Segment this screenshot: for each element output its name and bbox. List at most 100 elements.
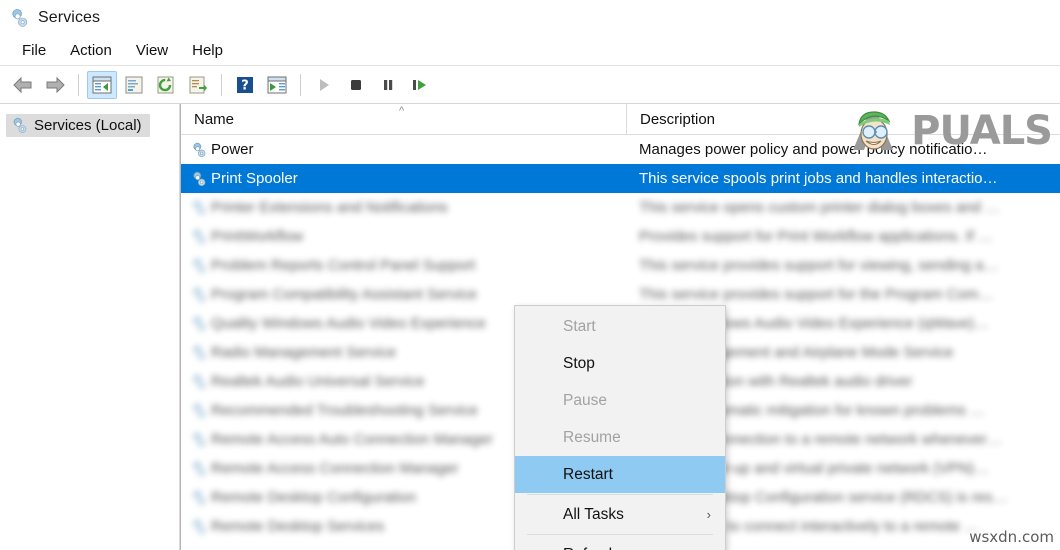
restart-service-icon[interactable]: [405, 71, 435, 99]
context-menu-item-label: Stop: [563, 354, 595, 372]
toolbar-separator-2: [221, 73, 222, 96]
row-name-cell: PrintWorkflow: [181, 228, 626, 245]
toolbar-separator-3: [300, 73, 301, 96]
service-name-label: PrintWorkflow: [211, 228, 304, 245]
toolbar: ?: [0, 66, 1060, 104]
service-gear-icon: [190, 229, 206, 245]
context-menu-item[interactable]: Stop: [515, 345, 725, 382]
forward-icon[interactable]: [40, 71, 70, 99]
list-column-headers: Name ^ Description: [181, 104, 1060, 135]
service-name-label: Recommended Troubleshooting Service: [211, 402, 478, 419]
service-gear-icon: [190, 461, 206, 477]
start-service-icon[interactable]: [309, 71, 339, 99]
context-menu-separator: [527, 494, 713, 495]
main-content: Services (Local) Name ^ Description Powe…: [0, 104, 1060, 550]
context-menu-item: Pause: [515, 382, 725, 419]
service-name-label: Radio Management Service: [211, 344, 397, 361]
service-name-label: Realtek Audio Universal Service: [211, 373, 425, 390]
service-gear-icon: [190, 258, 206, 274]
context-menu-item: Resume: [515, 419, 725, 456]
show-hide-console-tree-icon[interactable]: [87, 70, 117, 99]
help-icon[interactable]: ?: [230, 71, 260, 99]
service-name-label: Remote Desktop Services: [211, 518, 385, 535]
window-title: Services: [38, 9, 101, 26]
service-description-label: This service provides support for the Pr…: [639, 286, 994, 303]
tree-node-label: Services (Local): [34, 117, 142, 134]
service-description-label: Provides support for Print Workflow appl…: [639, 228, 994, 245]
menu-help[interactable]: Help: [180, 40, 235, 61]
wsxdn-watermark: wsxdn.com: [969, 528, 1054, 546]
properties-icon[interactable]: [119, 71, 149, 99]
pause-service-icon[interactable]: [373, 71, 403, 99]
context-menu: Start Stop Pause Resume Restart All Tasks › Ref…: [514, 305, 726, 550]
service-gear-icon: [190, 403, 206, 419]
context-menu-item-label: Refresh: [563, 546, 617, 550]
row-name-cell: Power: [181, 141, 626, 158]
context-menu-item-label: Resume: [563, 428, 621, 446]
service-description-label: This service opens custom printer dialog…: [639, 199, 1001, 216]
row-name-cell: Print Spooler: [181, 170, 626, 187]
stop-service-icon[interactable]: [341, 71, 371, 99]
service-name-label: Problem Reports Control Panel Support: [211, 257, 476, 274]
service-gear-icon: [190, 345, 206, 361]
context-menu-item-label: Start: [563, 317, 596, 335]
service-name-label: Remote Desktop Configuration: [211, 489, 417, 506]
menu-action[interactable]: Action: [58, 40, 124, 61]
chevron-right-icon: ›: [706, 507, 711, 522]
export-list-icon[interactable]: [183, 71, 213, 99]
row-name-cell: Program Compatibility Assistant Service: [181, 286, 626, 303]
service-description-label: This service provides support for viewin…: [639, 257, 999, 274]
svg-text:?: ?: [241, 78, 249, 93]
service-name-label: Remote Access Connection Manager: [211, 460, 459, 477]
table-row[interactable]: Printer Extensions and Notifications This…: [181, 193, 1060, 222]
context-menu-item-label: All Tasks: [563, 505, 624, 523]
tree-node-services-local[interactable]: Services (Local): [6, 114, 150, 137]
service-gear-icon: [190, 490, 206, 506]
context-menu-item: Start: [515, 308, 725, 345]
service-name-label: Quality Windows Audio Video Experience: [211, 315, 486, 332]
service-gear-icon: [190, 432, 206, 448]
sort-ascending-icon: ^: [399, 105, 405, 117]
toolbar-separator: [78, 73, 79, 96]
services-list-pane: Name ^ Description Power Manages power po…: [180, 104, 1060, 550]
service-name-label: Printer Extensions and Notifications: [211, 199, 448, 216]
service-gear-icon: [190, 142, 206, 158]
refresh-icon[interactable]: [151, 71, 181, 99]
service-description-label: Manages power policy and power policy no…: [639, 141, 988, 158]
menu-view[interactable]: View: [124, 40, 180, 61]
back-icon[interactable]: [8, 71, 38, 99]
services-gear-icon: [8, 8, 28, 28]
menu-bar: File Action View Help: [0, 36, 1060, 66]
table-row[interactable]: PrintWorkflow Provides support for Print …: [181, 222, 1060, 251]
service-name-label: Power: [211, 141, 254, 158]
row-name-cell: Problem Reports Control Panel Support: [181, 257, 626, 274]
context-menu-item-label: Pause: [563, 391, 607, 409]
show-hide-action-pane-icon[interactable]: [262, 71, 292, 99]
service-gear-icon: [190, 519, 206, 535]
menu-file[interactable]: File: [10, 40, 58, 61]
service-name-label: Remote Access Auto Connection Manager: [211, 431, 493, 448]
column-header-name-label: Name: [194, 110, 235, 128]
context-menu-item[interactable]: Refresh: [515, 536, 725, 550]
services-gear-icon-small: [10, 117, 27, 134]
table-row[interactable]: Print Spooler This service spools print j…: [181, 164, 1060, 193]
table-row[interactable]: Problem Reports Control Panel Support Thi…: [181, 251, 1060, 280]
window-titlebar: Services: [0, 0, 1060, 36]
context-menu-item-label: Restart: [563, 465, 613, 483]
row-name-cell: Printer Extensions and Notifications: [181, 199, 626, 216]
service-gear-icon: [190, 316, 206, 332]
service-gear-icon: [190, 171, 206, 187]
service-name-label: Program Compatibility Assistant Service: [211, 286, 477, 303]
context-menu-separator: [527, 534, 713, 535]
service-gear-icon: [190, 374, 206, 390]
service-gear-icon: [190, 287, 206, 303]
table-row[interactable]: Power Manages power policy and power poli…: [181, 135, 1060, 164]
column-header-description[interactable]: Description: [626, 104, 1060, 134]
service-description-label: This service spools print jobs and handl…: [639, 170, 998, 187]
service-gear-icon: [190, 200, 206, 216]
column-header-name[interactable]: Name ^: [181, 104, 626, 134]
context-menu-item[interactable]: Restart: [515, 456, 725, 493]
console-tree-pane: Services (Local): [0, 104, 180, 550]
context-menu-item[interactable]: All Tasks ›: [515, 496, 725, 533]
column-header-description-label: Description: [640, 110, 716, 128]
